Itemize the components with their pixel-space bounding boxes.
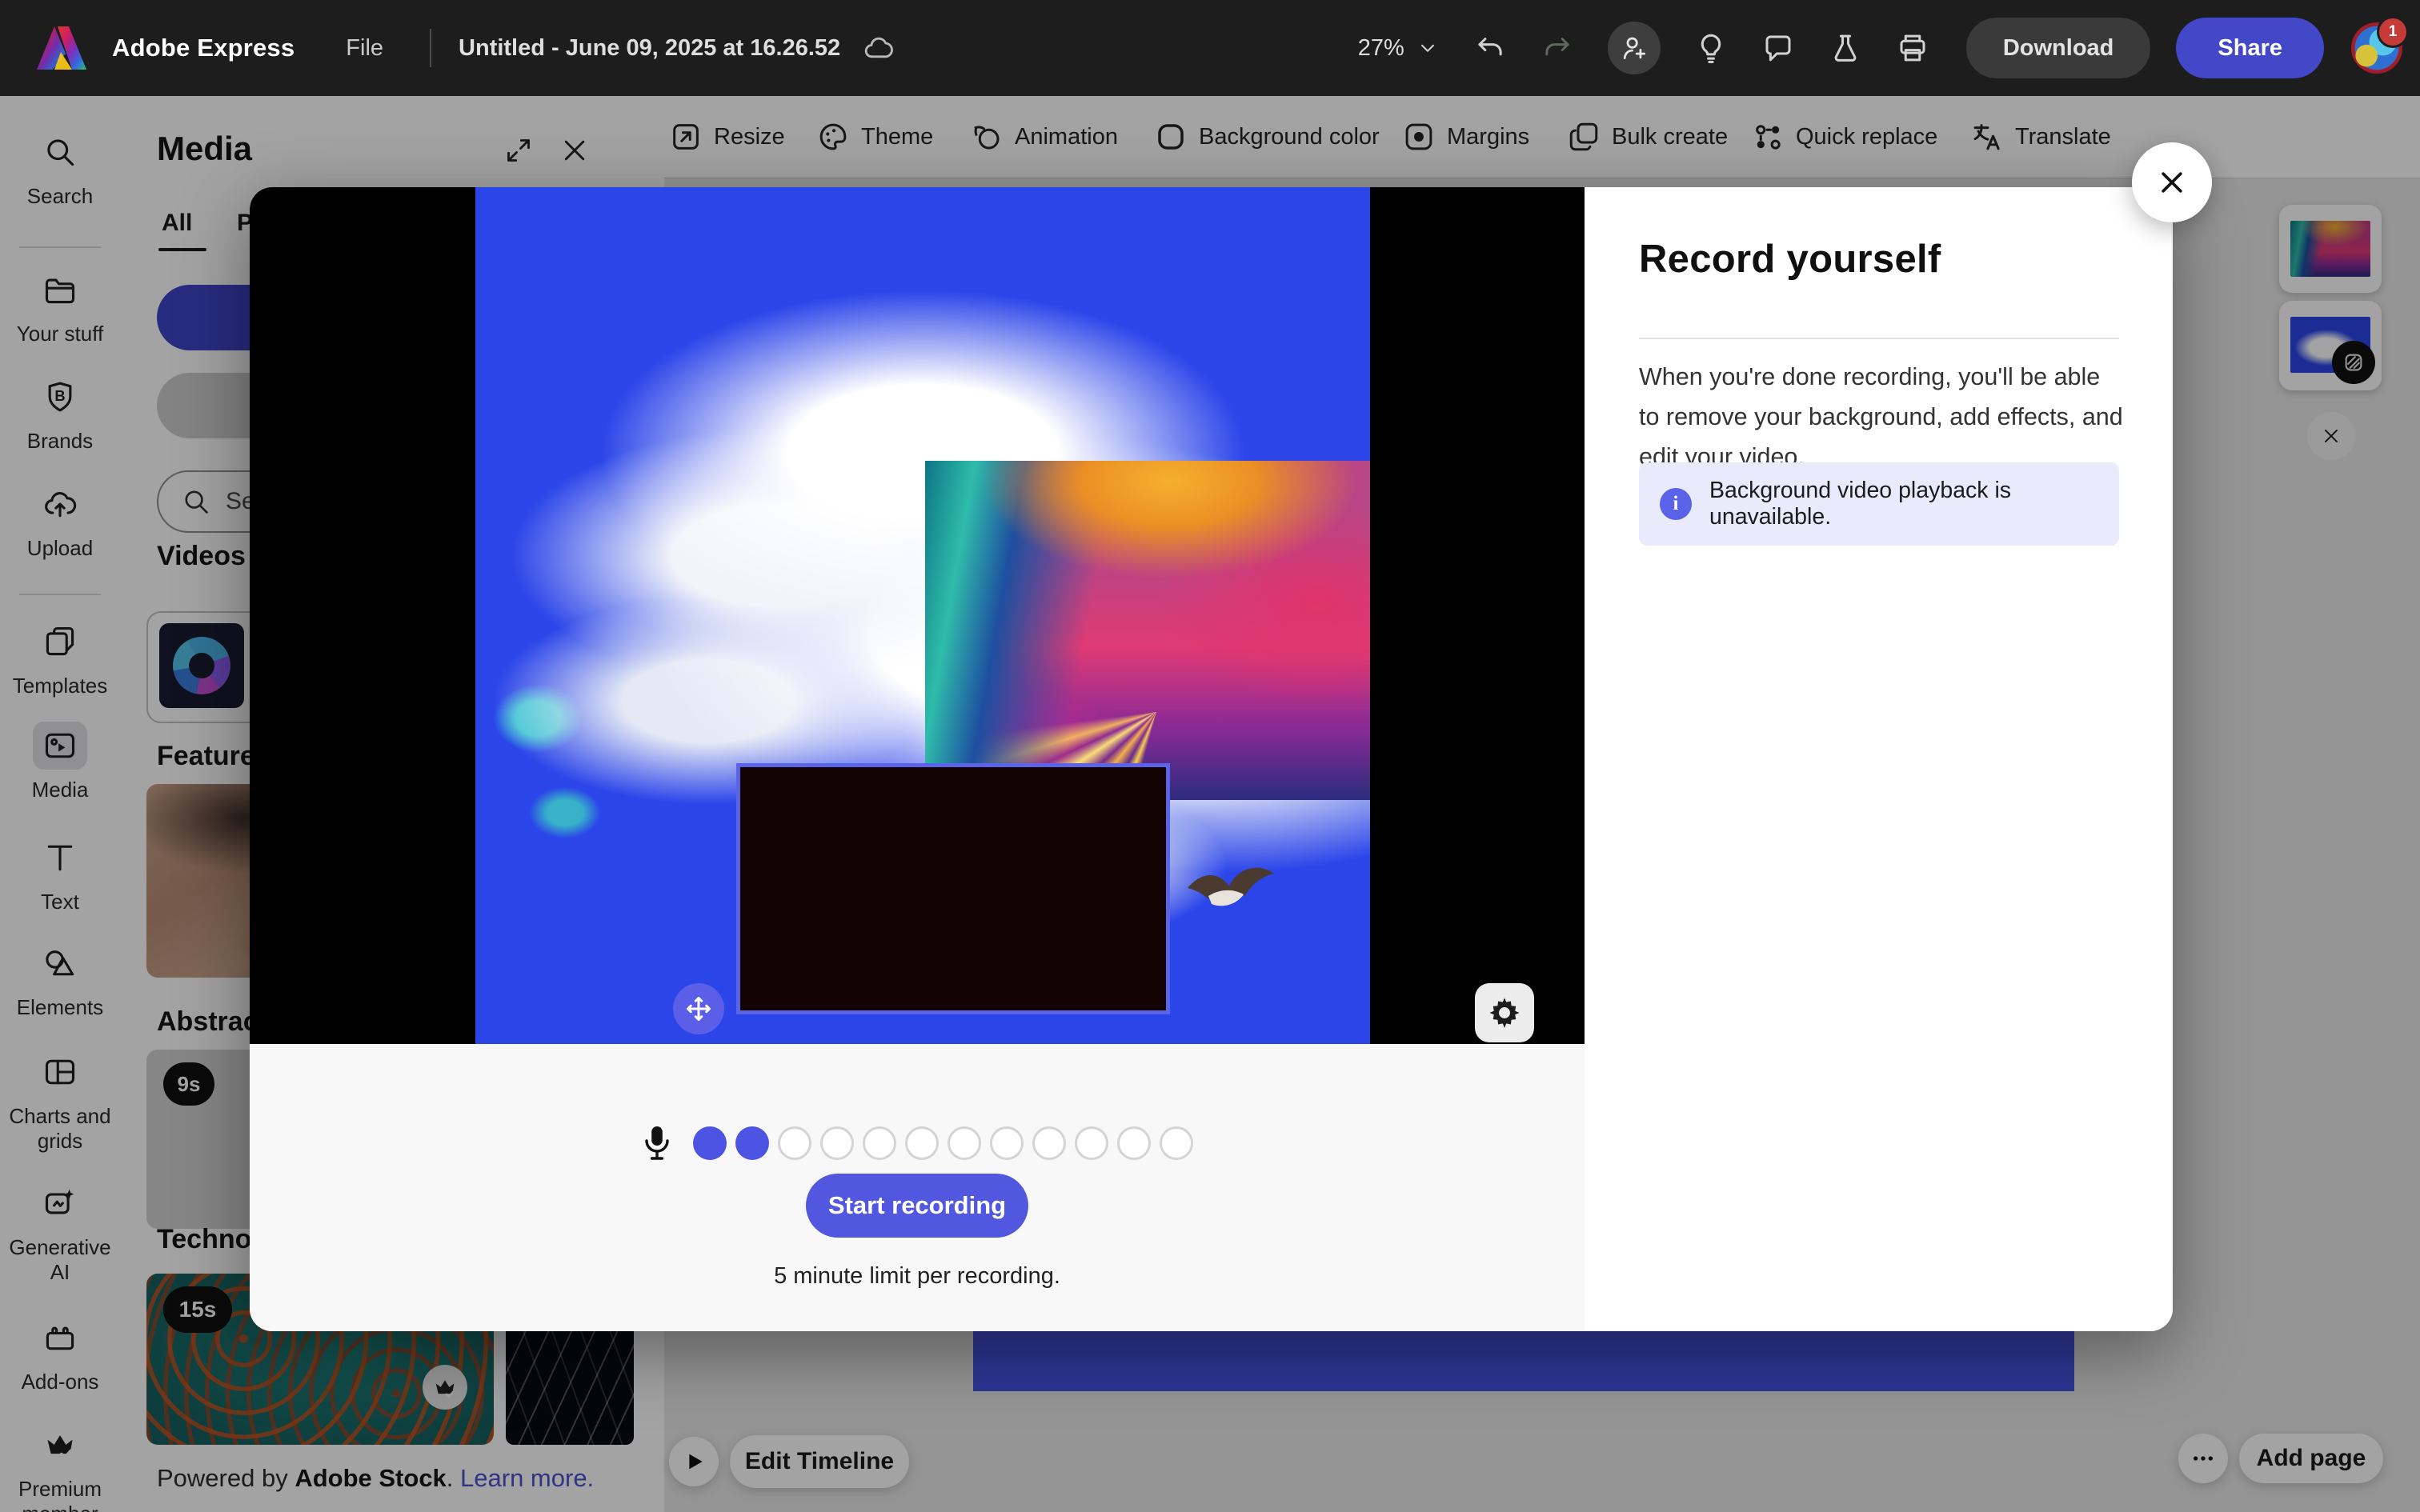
document-title[interactable]: Untitled - June 09, 2025 at 16.26.52 — [459, 35, 840, 62]
progress-dot-10 — [1075, 1126, 1108, 1160]
progress-dot-2 — [735, 1126, 769, 1160]
progress-dot-12 — [1160, 1126, 1193, 1160]
modal-close-button[interactable] — [2132, 142, 2212, 222]
adobe-express-logo[interactable] — [37, 25, 86, 71]
abstract-art-layer[interactable] — [925, 461, 1370, 800]
move-handle[interactable] — [673, 983, 724, 1034]
progress-dot-11 — [1117, 1126, 1151, 1160]
modal-info-panel: Record yourself When you're done recordi… — [1585, 187, 2173, 1331]
info-banner: i Background video playback is unavailab… — [1639, 462, 2119, 546]
print-button[interactable] — [1896, 31, 1929, 65]
share-button[interactable]: Share — [2176, 18, 2324, 78]
comments-button[interactable] — [1761, 31, 1795, 65]
close-icon — [2156, 166, 2188, 198]
chevron-down-icon — [1416, 36, 1440, 60]
selected-video-layer[interactable] — [736, 763, 1170, 1014]
progress-dots-row — [250, 1124, 1585, 1162]
recording-controls: Start recording 5 minute limit per recor… — [250, 1044, 1585, 1331]
gear-icon — [1487, 995, 1522, 1030]
avatar[interactable]: 1 — [2351, 22, 2402, 74]
microphone-icon — [641, 1124, 673, 1162]
download-button[interactable]: Download — [1966, 18, 2151, 78]
modal-title: Record yourself — [1639, 237, 1941, 282]
zoom-level: 27% — [1358, 35, 1404, 62]
topbar-divider — [430, 29, 431, 67]
progress-dot-9 — [1032, 1126, 1066, 1160]
progress-dot-6 — [905, 1126, 939, 1160]
beta-labs-button[interactable] — [1829, 31, 1862, 65]
move-icon — [684, 994, 713, 1023]
redo-button[interactable] — [1541, 31, 1574, 65]
progress-dot-7 — [948, 1126, 981, 1160]
recording-limit-note: 5 minute limit per recording. — [250, 1263, 1585, 1290]
info-banner-text: Background video playback is unavailable… — [1709, 478, 2119, 530]
progress-dot-1 — [693, 1126, 727, 1160]
progress-dot-8 — [990, 1126, 1024, 1160]
bird-image — [1176, 846, 1280, 920]
modal-divider — [1639, 338, 2119, 339]
record-yourself-modal: Start recording 5 minute limit per recor… — [250, 187, 2173, 1331]
file-menu[interactable]: File — [346, 35, 383, 62]
modal-description: When you're done recording, you'll be ab… — [1639, 357, 2127, 477]
progress-dot-4 — [820, 1126, 854, 1160]
progress-dot-5 — [863, 1126, 896, 1160]
app-name: Adobe Express — [112, 34, 294, 62]
progress-dot-3 — [778, 1126, 811, 1160]
notification-badge: 1 — [2377, 16, 2409, 48]
add-person-icon — [1619, 33, 1649, 63]
cloud-sync-icon — [861, 32, 896, 64]
ideas-button[interactable] — [1694, 31, 1728, 65]
start-recording-button[interactable]: Start recording — [806, 1174, 1028, 1238]
info-icon: i — [1660, 488, 1692, 520]
undo-button[interactable] — [1473, 31, 1507, 65]
zoom-control[interactable]: 27% — [1358, 35, 1440, 62]
top-bar: Adobe Express File Untitled - June 09, 2… — [0, 0, 2420, 96]
camera-settings-button[interactable] — [1475, 983, 1534, 1042]
add-collaborator-button[interactable] — [1608, 22, 1661, 74]
adobe-express-app: ResizeThemeAnimationBackground colorMarg… — [0, 0, 2420, 1512]
video-preview-sky-background — [475, 187, 1370, 1044]
camera-preview-area — [250, 187, 1585, 1044]
